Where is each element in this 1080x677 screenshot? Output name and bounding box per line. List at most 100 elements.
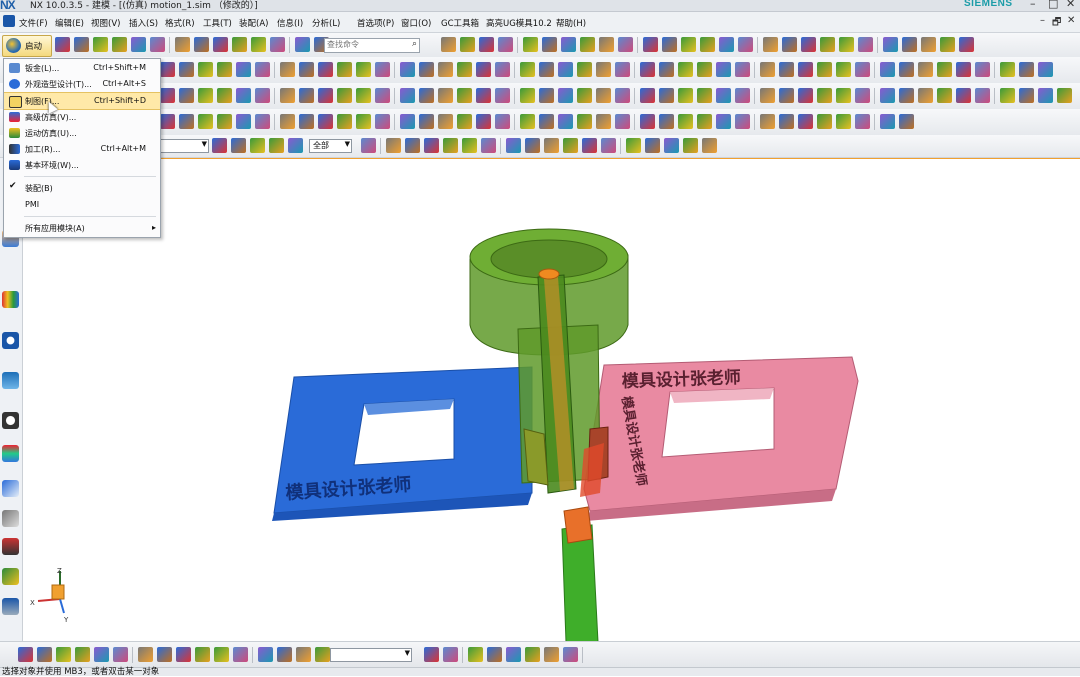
toolbar-tool-icon[interactable] [479, 37, 494, 52]
toolbar-tool-icon[interactable] [544, 138, 559, 153]
toolbar-tool-icon[interactable] [400, 88, 415, 103]
toolbar-tool-icon[interactable] [94, 647, 109, 662]
toolbar-tool-icon[interactable] [250, 138, 265, 153]
toolbar-tool-icon[interactable] [198, 88, 213, 103]
toolbar-tool-icon[interactable] [424, 647, 439, 662]
palette-icon[interactable] [2, 568, 19, 585]
toolbar-tool-icon[interactable] [539, 62, 554, 77]
toolbar-tool-icon[interactable] [18, 647, 33, 662]
toolbar-tool-icon[interactable] [735, 114, 750, 129]
toolbar-tool-icon[interactable] [232, 37, 247, 52]
menu-mold-plugin[interactable]: 高亮UG模具10.2 [486, 17, 552, 29]
toolbar-tool-icon[interactable] [779, 114, 794, 129]
toolbar-tool-icon[interactable] [918, 62, 933, 77]
toolbar-tool-icon[interactable] [760, 62, 775, 77]
menu-assembly-toggle[interactable]: ✔ 装配(B) [4, 180, 160, 196]
toolbar-tool-icon[interactable] [299, 88, 314, 103]
toolbar-tool-icon[interactable] [37, 647, 52, 662]
toolbar-tool-icon[interactable] [356, 114, 371, 129]
toolbar-tool-icon[interactable] [233, 647, 248, 662]
toolbar-tool-icon[interactable] [258, 647, 273, 662]
toolbar-tool-icon[interactable] [618, 37, 633, 52]
toolbar-tool-icon[interactable] [659, 114, 674, 129]
toolbar-tool-icon[interactable] [959, 37, 974, 52]
toolbar-tool-icon[interactable] [662, 37, 677, 52]
toolbar-tool-icon[interactable] [288, 138, 303, 153]
toolbar-tool-icon[interactable] [664, 138, 679, 153]
system-materials-icon[interactable] [2, 510, 19, 527]
menu-analysis[interactable]: 分析(L) [312, 17, 340, 29]
toolbar-tool-icon[interactable] [817, 114, 832, 129]
toolbar-tool-icon[interactable] [157, 647, 172, 662]
menu-file[interactable]: 文件(F) [19, 17, 48, 29]
toolbar-tool-icon[interactable] [337, 88, 352, 103]
toolbar-tool-icon[interactable] [763, 37, 778, 52]
toolbar-tool-icon[interactable] [457, 114, 472, 129]
toolbar-tool-icon[interactable] [506, 647, 521, 662]
toolbar-tool-icon[interactable] [131, 37, 146, 52]
toolbar-tool-icon[interactable] [883, 37, 898, 52]
toolbar-tool-icon[interactable] [356, 62, 371, 77]
toolbar-tool-icon[interactable] [596, 114, 611, 129]
toolbar-tool-icon[interactable] [195, 647, 210, 662]
toolbar-tool-icon[interactable] [520, 114, 535, 129]
toolbar-tool-icon[interactable] [563, 138, 578, 153]
toolbar-tool-icon[interactable] [217, 62, 232, 77]
toolbar-tool-icon[interactable] [577, 62, 592, 77]
toolbar-tool-icon[interactable] [738, 37, 753, 52]
toolbar-tool-icon[interactable] [255, 62, 270, 77]
toolbar-tool-icon[interactable] [194, 37, 209, 52]
search-input[interactable] [325, 39, 407, 50]
toolbar-tool-icon[interactable] [498, 37, 513, 52]
toolbar-tool-icon[interactable] [270, 37, 285, 52]
toolbar-tool-icon[interactable] [558, 88, 573, 103]
toolbar-tool-icon[interactable] [563, 647, 578, 662]
toolbar-tool-icon[interactable] [836, 62, 851, 77]
toolbar-tool-icon[interactable] [175, 37, 190, 52]
toolbar-tool-icon[interactable] [902, 37, 917, 52]
toolbar-tool-icon[interactable] [525, 138, 540, 153]
toolbar-tool-icon[interactable] [481, 138, 496, 153]
toolbar-tool-icon[interactable] [255, 88, 270, 103]
toolbar-tool-icon[interactable] [779, 88, 794, 103]
toolbar-tool-icon[interactable] [476, 62, 491, 77]
toolbar-tool-icon[interactable] [700, 37, 715, 52]
menu-gc-toolkit[interactable]: GC工具箱 [441, 17, 479, 29]
toolbar-tool-icon[interactable] [405, 138, 420, 153]
toolbar-tool-icon[interactable] [836, 114, 851, 129]
lower-rod[interactable] [561, 506, 599, 643]
roles-icon[interactable] [2, 538, 19, 555]
process-studio-icon[interactable] [2, 445, 19, 462]
toolbar-tool-icon[interactable] [855, 62, 870, 77]
toolbar-tool-icon[interactable] [337, 62, 352, 77]
toolbar-tool-icon[interactable] [899, 114, 914, 129]
toolbar-tool-icon[interactable] [798, 62, 813, 77]
toolbar-tool-icon[interactable] [337, 114, 352, 129]
menu-tools[interactable]: 工具(T) [203, 17, 232, 29]
toolbar-tool-icon[interactable] [659, 62, 674, 77]
toolbar-tool-icon[interactable] [438, 114, 453, 129]
command-finder[interactable]: ⌕ [324, 38, 420, 53]
toolbar-tool-icon[interactable] [880, 114, 895, 129]
toolbar-tool-icon[interactable] [217, 88, 232, 103]
toolbar-tool-icon[interactable] [236, 62, 251, 77]
model-view[interactable]: 模具设计张老师 模具设计张老师 模具设计张老师 Z X Y [24, 159, 1080, 643]
toolbar-tool-icon[interactable] [212, 138, 227, 153]
toolbar-tool-icon[interactable] [443, 138, 458, 153]
toolbar-tool-icon[interactable] [113, 647, 128, 662]
toolbar-tool-icon[interactable] [315, 647, 330, 662]
menu-preferences[interactable]: 首选项(P) [357, 17, 394, 29]
toolbar-tool-icon[interactable] [179, 114, 194, 129]
toolbar-tool-icon[interactable] [231, 138, 246, 153]
bottom-filter-select[interactable]: ▼ [330, 648, 412, 662]
history-clock-icon[interactable] [2, 412, 19, 429]
toolbar-tool-icon[interactable] [296, 647, 311, 662]
toolbar-tool-icon[interactable] [269, 138, 284, 153]
toolbar-tool-icon[interactable] [798, 114, 813, 129]
menu-gateway[interactable]: 基本环境(W)... [4, 157, 160, 173]
reuse-library-icon[interactable] [2, 372, 19, 389]
toolbar-tool-icon[interactable] [956, 62, 971, 77]
toolbar-tool-icon[interactable] [74, 37, 89, 52]
toolbar-tool-icon[interactable] [716, 62, 731, 77]
toolbar-tool-icon[interactable] [476, 88, 491, 103]
